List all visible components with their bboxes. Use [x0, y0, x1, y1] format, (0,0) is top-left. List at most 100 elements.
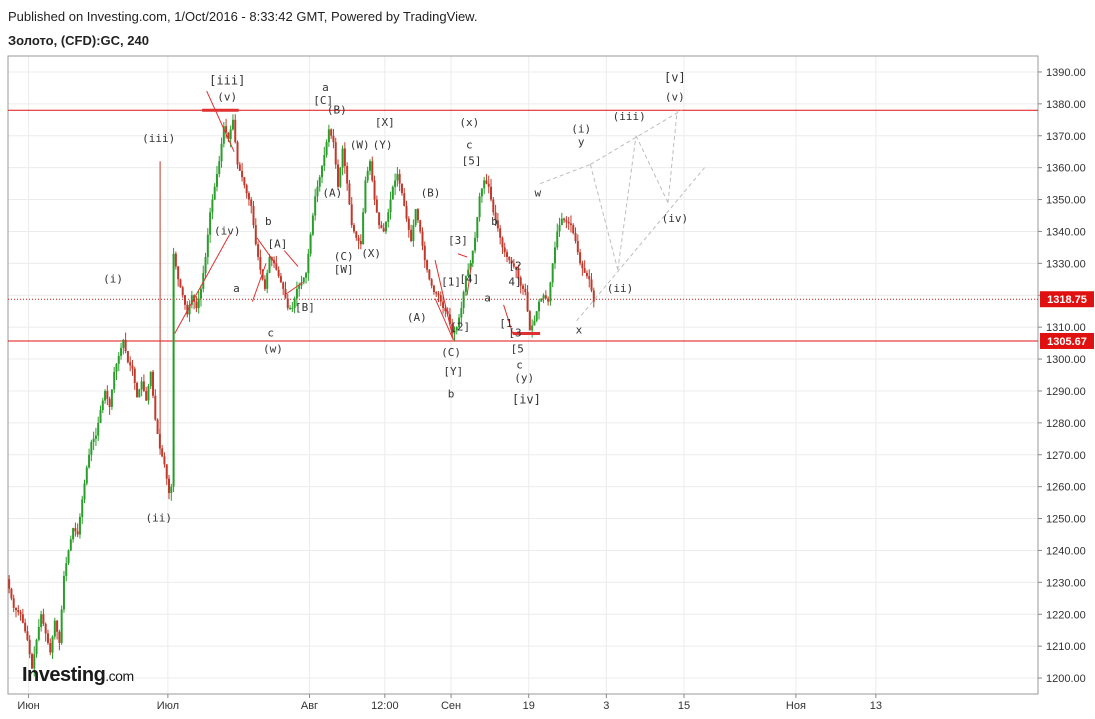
candle-body — [581, 263, 584, 269]
candle-body — [204, 256, 207, 273]
candle-body — [334, 142, 337, 165]
candle-body — [275, 263, 278, 270]
y-tick-label: 1380.00 — [1046, 99, 1086, 111]
candle-body — [430, 279, 433, 286]
candle-body — [234, 119, 237, 143]
candle-body — [252, 205, 255, 226]
candle-body — [229, 129, 232, 139]
projection-line — [667, 110, 678, 203]
candle-body — [199, 288, 202, 299]
candle-body — [540, 298, 543, 302]
candle-body — [535, 311, 538, 321]
candle-body — [129, 362, 132, 366]
wave-label: (iv) — [214, 225, 241, 238]
price-tag-label: 1318.75 — [1047, 294, 1087, 306]
candle-body — [58, 631, 61, 643]
candle-body — [490, 186, 493, 200]
candle-body — [94, 435, 97, 439]
wave-label: (C) — [441, 346, 461, 359]
y-tick-label: 1340.00 — [1046, 226, 1086, 238]
candle-body — [414, 209, 417, 226]
candle-body — [174, 253, 177, 267]
candle-body — [305, 272, 308, 278]
candle-body — [576, 241, 579, 253]
wave-line — [174, 234, 230, 334]
candle-body — [380, 225, 383, 229]
wave-label: (v) — [217, 91, 237, 104]
candle-body — [266, 272, 269, 289]
candle-body — [136, 382, 139, 398]
candle-body — [551, 263, 554, 283]
candle-body — [24, 622, 27, 632]
candle-body — [339, 167, 342, 187]
candle-body — [403, 193, 406, 206]
candle-body — [437, 293, 440, 296]
y-tick-label: 1360.00 — [1046, 163, 1086, 175]
candle-body — [501, 237, 504, 248]
wave-label: [X] — [375, 116, 395, 129]
y-tick-label: 1220.00 — [1046, 609, 1086, 621]
price-tag-label: 1305.67 — [1047, 336, 1087, 348]
candle-body — [74, 528, 77, 532]
price-chart[interactable]: [iii](v)(iii)(i)(ii)(iv)ab[A][B]c(w)a[C]… — [0, 0, 1095, 719]
candle-body — [389, 199, 392, 213]
candle-body — [588, 276, 591, 280]
candle-body — [410, 229, 413, 242]
candle-body — [257, 244, 260, 257]
wave-label: (i) — [103, 272, 123, 285]
wave-label: b — [491, 215, 498, 228]
candle-body — [569, 223, 572, 226]
candle-body — [236, 142, 239, 165]
investing-logo: Investing.com — [22, 664, 134, 687]
wave-label: y — [578, 135, 585, 148]
candle-body — [314, 196, 317, 216]
wave-label: (iii) — [613, 110, 646, 123]
wave-label: (B) — [327, 103, 347, 116]
candle-body — [526, 292, 529, 312]
wave-label: [Y] — [443, 365, 463, 378]
wave-label: c — [466, 139, 473, 152]
candle-body — [499, 228, 502, 238]
candle-body — [426, 260, 429, 270]
x-tick-label: 19 — [523, 700, 535, 712]
wave-label: [1] — [441, 276, 461, 289]
candle-body — [583, 268, 586, 273]
candle-body — [259, 256, 262, 270]
wave-label: c — [516, 359, 523, 372]
candle-body — [560, 218, 563, 226]
candle-body — [168, 478, 171, 494]
candle-body — [56, 620, 59, 632]
candle-body — [97, 422, 100, 436]
candle-body — [179, 279, 182, 288]
candle-body — [250, 199, 253, 206]
wave-label: (v) — [665, 91, 685, 104]
wave-label: 4] — [508, 276, 521, 289]
candle-body — [65, 563, 68, 576]
wave-label: (B) — [421, 186, 441, 199]
wave-line — [457, 253, 468, 258]
candle-body — [14, 607, 17, 610]
wave-label: [3] — [448, 234, 468, 247]
wave-label: [2 — [508, 260, 521, 273]
candle-body — [480, 188, 483, 197]
candle-body — [247, 193, 250, 200]
candle-body — [311, 215, 314, 235]
candle-body — [592, 290, 595, 302]
candle-body — [60, 609, 63, 643]
y-tick-label: 1290.00 — [1046, 386, 1086, 398]
candle-body — [108, 398, 111, 407]
candle-body — [419, 220, 422, 232]
x-tick-label: Июл — [157, 700, 179, 712]
candle-body — [161, 448, 164, 457]
candle-body — [156, 419, 159, 435]
price-tags: 1318.75 1305.67 — [1040, 291, 1094, 349]
candle-body — [215, 174, 218, 187]
projection-line — [589, 164, 619, 270]
candle-body — [154, 395, 157, 420]
candle-body — [542, 295, 545, 299]
candle-body — [574, 233, 577, 242]
wave-label: (x) — [459, 116, 479, 129]
candle-body — [341, 148, 344, 168]
candle-body — [325, 142, 328, 155]
candle-body — [423, 245, 426, 261]
